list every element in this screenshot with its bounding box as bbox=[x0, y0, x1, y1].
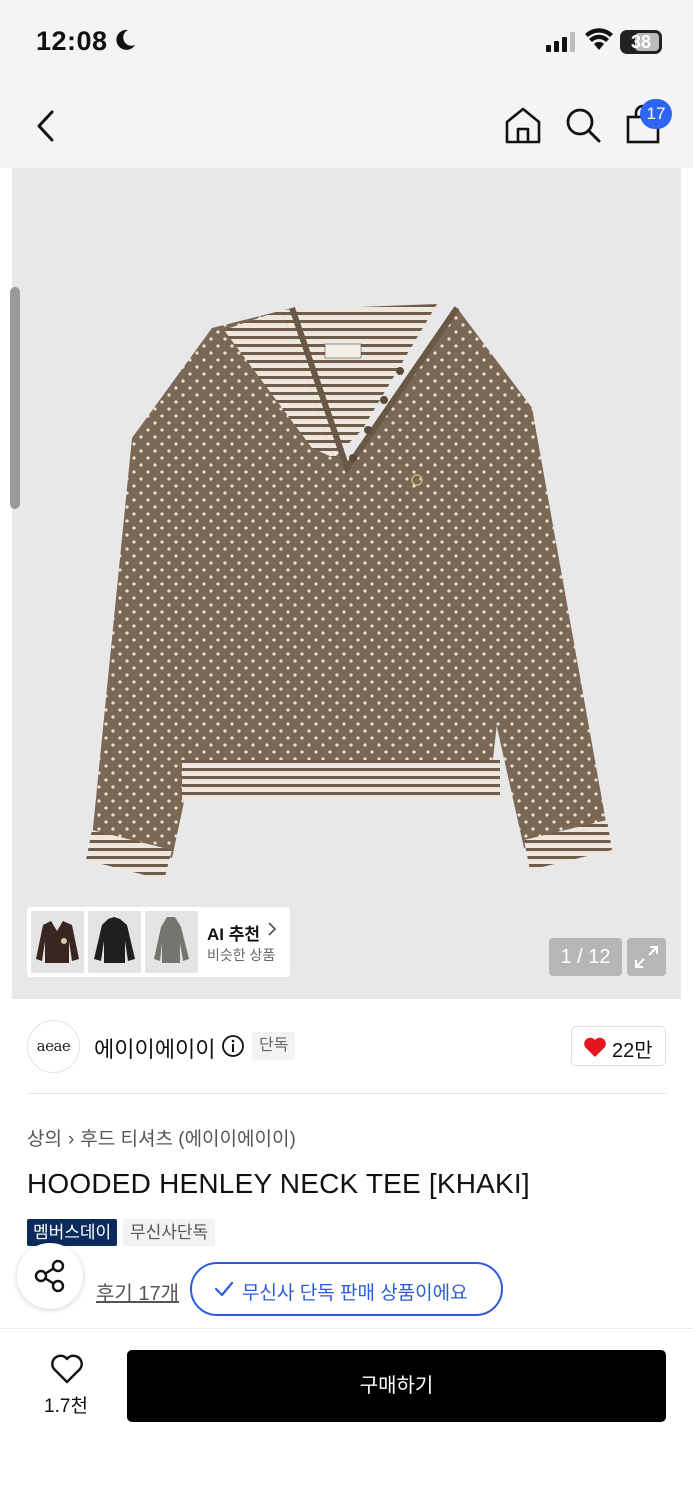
signal-icon bbox=[546, 32, 575, 52]
cart-count-badge: 17 bbox=[640, 99, 672, 129]
buy-button[interactable]: 구매하기 bbox=[127, 1350, 666, 1422]
expand-icon bbox=[635, 946, 658, 968]
hoodie-thumbnail-icon bbox=[94, 917, 135, 963]
exclusive-sale-badge[interactable]: 무신사 단독 판매 상품이에요 bbox=[190, 1262, 503, 1316]
brand-like-button[interactable]: 22만 bbox=[571, 1026, 666, 1066]
status-time: 12:08 bbox=[36, 26, 108, 56]
share-button[interactable] bbox=[17, 1243, 83, 1309]
exclusive-tag: 단독 bbox=[252, 1032, 296, 1060]
thumbnail-black-hoodie[interactable] bbox=[88, 911, 141, 973]
hoodie-thumbnail-icon bbox=[36, 921, 79, 963]
check-icon bbox=[214, 1281, 234, 1297]
review-link[interactable]: 후기 17개 bbox=[96, 1277, 179, 1306]
heart-outline-icon bbox=[51, 1354, 83, 1384]
nav-bar bbox=[0, 84, 693, 168]
product-image-gallery[interactable] bbox=[12, 168, 681, 999]
info-icon[interactable] bbox=[221, 1034, 245, 1058]
search-icon[interactable] bbox=[563, 105, 603, 145]
chevron-right-icon: › bbox=[67, 1129, 75, 1150]
musinsa-exclusive-tag: 무신사단독 bbox=[123, 1219, 216, 1246]
exclusive-sale-text: 무신사 단독 판매 상품이에요 bbox=[242, 1283, 468, 1304]
expand-button[interactable] bbox=[627, 938, 666, 976]
divider bbox=[27, 1093, 666, 1094]
members-day-tag: 멤버스데이 bbox=[27, 1219, 118, 1246]
breadcrumb-subcategory[interactable]: 후드 티셔츠 (에이이에이이) bbox=[80, 1129, 296, 1150]
brand-like-count: 22만 bbox=[612, 1040, 653, 1062]
brand-logo-text: aeae bbox=[36, 1037, 71, 1055]
battery-indicator: 38 bbox=[620, 30, 662, 54]
heart-filled-icon bbox=[584, 1037, 606, 1057]
breadcrumb-category[interactable]: 상의 bbox=[27, 1129, 62, 1150]
back-icon[interactable] bbox=[30, 106, 64, 146]
moon-icon bbox=[116, 29, 135, 50]
product-image bbox=[86, 304, 612, 880]
image-page-indicator: 1 / 12 bbox=[549, 938, 622, 976]
home-icon[interactable] bbox=[503, 105, 543, 145]
scroll-indicator[interactable] bbox=[10, 287, 20, 509]
product-title: HOODED HENLEY NECK TEE [KHAKI] bbox=[27, 1168, 530, 1199]
thumbnail-brown-hoodie[interactable] bbox=[31, 911, 84, 973]
status-bar: 12:08 38 bbox=[0, 0, 693, 84]
share-icon bbox=[34, 1259, 65, 1293]
brand-logo[interactable]: aeae bbox=[27, 1020, 80, 1073]
ai-recommend-subtitle: 비슷한 상품 bbox=[207, 947, 276, 963]
battery-percent: 38 bbox=[630, 32, 652, 52]
thumbnail-gray-hoodie[interactable] bbox=[145, 911, 198, 973]
wifi-icon bbox=[585, 28, 613, 50]
hoodie-thumbnail-icon bbox=[154, 917, 189, 963]
wishlist-button[interactable]: 1.7천 bbox=[30, 1350, 102, 1422]
breadcrumb: 상의 › 후드 티셔츠 (에이이에이이) bbox=[27, 1124, 296, 1151]
divider bbox=[0, 1328, 693, 1329]
wishlist-count: 1.7천 bbox=[44, 1396, 88, 1417]
brand-name[interactable]: 에이이에이이 bbox=[94, 1032, 215, 1064]
chevron-right-icon[interactable] bbox=[266, 920, 278, 938]
ai-recommend-title[interactable]: AI 추천 bbox=[207, 920, 260, 945]
